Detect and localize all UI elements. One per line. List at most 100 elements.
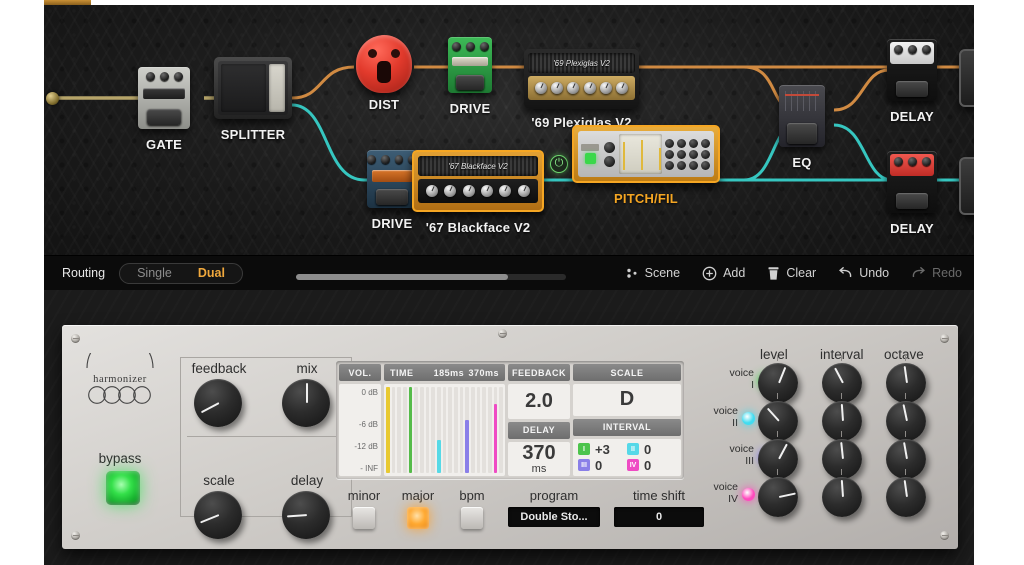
gate-pedal-body[interactable] [138,67,190,129]
voice-ii-level-knob[interactable] [758,401,798,441]
feedback-knob[interactable] [194,379,242,427]
interval-cell[interactable]: I +3 [578,442,627,458]
undo-button[interactable]: Undo [838,266,889,280]
scale-knob[interactable] [194,491,242,539]
board-scrollbar-thumb[interactable] [296,274,508,280]
delay-bottom-body[interactable] [887,151,937,213]
voice-i-level-knob[interactable] [758,363,798,403]
time-shift-display[interactable]: 0 [614,507,704,527]
scale-value: D [573,384,681,416]
voice-iv-level-knob[interactable] [758,477,798,517]
bar-slot[interactable] [437,387,441,473]
delay-top-body[interactable] [887,39,937,101]
pitchfil-knob-grid[interactable] [665,134,711,174]
redo-button[interactable]: Redo [911,266,962,280]
bar-slot[interactable] [442,387,447,473]
pitchfil-knob-column[interactable] [602,134,616,174]
voice-ii-octave-knob[interactable] [886,401,926,441]
bar-slot[interactable] [476,387,481,473]
interval-cell[interactable]: III 0 [578,457,627,473]
bar-slot[interactable] [454,387,458,473]
bar-slot[interactable] [425,387,430,473]
splitter-body[interactable] [214,57,292,119]
voice-iv-octave-knob[interactable] [886,477,926,517]
minor-button[interactable] [353,507,375,529]
bar-slot[interactable] [414,387,419,473]
dist-pedal-body[interactable] [356,35,412,93]
blackface-screen-text: '67 Blackface V2 [448,161,508,171]
bar-slot[interactable] [431,387,436,473]
node-eq[interactable]: EQ [774,85,830,170]
voice-iii-octave-knob[interactable] [886,439,926,479]
delay-bottom-footswitch[interactable] [896,193,928,210]
routing-option-single[interactable]: Single [124,264,185,283]
bar-slot[interactable] [493,387,498,473]
major-button[interactable] [407,507,429,529]
voice-i-interval-knob[interactable] [822,363,862,403]
plexiglas-control-panel[interactable] [528,76,635,100]
voice-ii-interval-knob[interactable] [822,401,862,441]
eq-footswitch[interactable] [787,122,817,144]
knob-pointer [903,442,908,460]
bar-slot[interactable] [391,387,396,473]
bar-slot[interactable] [386,387,390,473]
clear-button[interactable]: Clear [767,266,816,281]
node-plexiglas[interactable]: '69 Plexiglas V2 '69 Plexiglas V2 [524,49,639,130]
bypass-button[interactable] [106,471,140,505]
bar-slot[interactable] [397,387,402,473]
bpm-button[interactable] [461,507,483,529]
bar-slot[interactable] [488,387,492,473]
cabinet-bottom[interactable] [959,157,974,215]
drive-top-body[interactable] [448,37,492,93]
node-drive-top[interactable]: DRIVE [442,37,498,116]
mix-knob[interactable] [282,379,330,427]
program-display[interactable]: Double Sto... [508,507,600,527]
interval-grid[interactable]: I +3 II 0 III 0 IV 0 [573,438,681,476]
bar-slot[interactable] [465,387,470,473]
drive-bottom-footswitch[interactable] [376,189,408,205]
bar-slot[interactable] [459,387,464,473]
plexiglas-amp-body[interactable]: '69 Plexiglas V2 [524,49,639,109]
add-button[interactable]: Add [702,266,745,281]
drive-bottom-body[interactable] [367,150,417,208]
bar-slot[interactable] [448,387,453,473]
routing-option-dual[interactable]: Dual [185,264,238,283]
voice-iii-interval-knob[interactable] [822,439,862,479]
bar-slot[interactable] [420,387,424,473]
bar-slot[interactable] [408,387,413,473]
voice-iii-level-knob[interactable] [758,439,798,479]
node-delay-bottom[interactable]: DELAY [884,151,940,236]
voice-bar-graph[interactable] [384,384,505,476]
power-toggle-icon[interactable]: ⏻ [550,155,568,173]
gate-footswitch[interactable] [147,109,181,126]
drive-top-footswitch[interactable] [455,75,485,90]
node-gate[interactable]: GATE [136,67,192,152]
node-delay-top[interactable]: DELAY [884,39,940,124]
node-pitchfil[interactable]: PITCH/FIL [572,125,720,206]
routing-mode-toggle[interactable]: Single Dual [119,262,243,284]
voice-iv-interval-knob[interactable] [822,477,862,517]
node-splitter[interactable]: SPLITTER [214,57,292,142]
interval-cell[interactable]: IV 0 [627,457,676,473]
node-dist[interactable]: DIST [354,35,414,112]
bar-slot[interactable] [471,387,475,473]
cabinet-top[interactable] [959,49,974,107]
scene-button[interactable]: Scene [626,266,680,280]
bar-slot[interactable] [499,387,504,473]
input-jack[interactable] [46,92,59,105]
voice-i-octave-knob[interactable] [886,363,926,403]
pedalboard-canvas[interactable]: GATE SPLITTER DIST DRIVE '69 Plexiglas V… [44,5,974,255]
blackface-amp-body[interactable]: '67 Blackface V2 [412,150,544,212]
eq-pedal-body[interactable] [779,85,825,147]
interval-cell[interactable]: II 0 [627,442,676,458]
lcd-display[interactable]: VOL. 0 dB -6 dB -12 dB - INF TIME 185ms … [336,361,684,479]
pitchfil-body[interactable] [572,125,720,183]
delay-knob[interactable] [282,491,330,539]
bar-slot[interactable] [482,387,487,473]
node-blackface[interactable]: '67 Blackface V2 '67 Blackface V2 [412,150,544,235]
dist-footswitch[interactable] [377,61,391,83]
blackface-control-panel[interactable] [418,179,538,203]
bar-slot[interactable] [403,387,407,473]
delay-top-footswitch[interactable] [896,81,928,98]
screw-bottom-left [71,531,80,540]
